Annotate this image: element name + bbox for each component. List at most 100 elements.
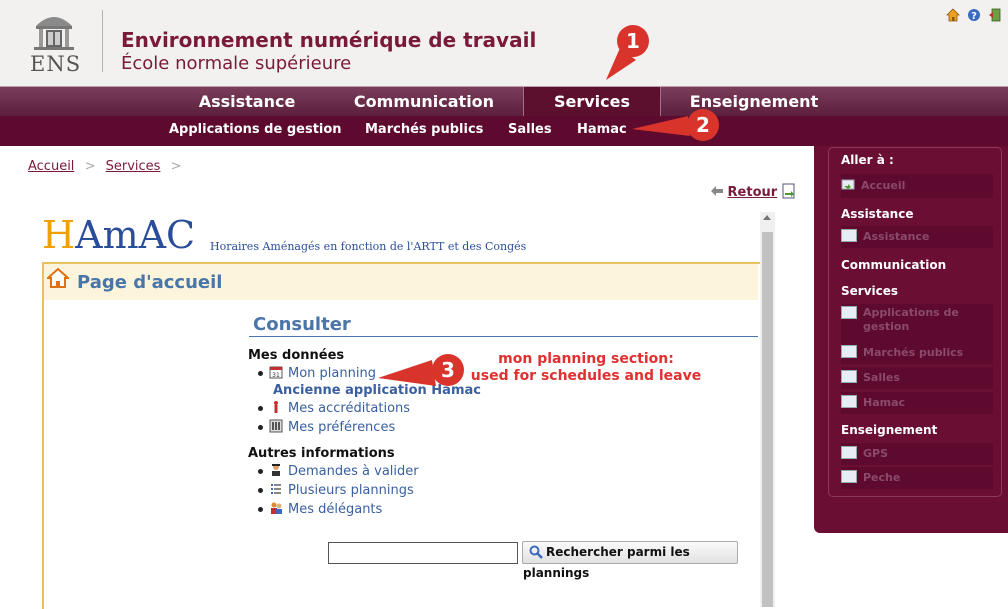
bullet [258, 425, 263, 430]
hamac-logo-h: H [42, 213, 76, 257]
mes-preferences-link[interactable]: Mes préférences [288, 420, 395, 435]
sidebar-item-label: Peche [863, 471, 901, 484]
nav-assistance[interactable]: Assistance [182, 87, 312, 117]
breadcrumb-accueil[interactable]: Accueil [28, 159, 74, 174]
page-icon [841, 229, 857, 242]
bullet [258, 488, 263, 493]
page-icon [841, 446, 857, 459]
sidebar-group-enseignement: Enseignement [841, 423, 938, 437]
hamac-tagline: Horaires Aménagés en fonction de l'ARTT … [210, 240, 527, 253]
list-item-mes-accreditations[interactable]: Mes accréditations [258, 400, 410, 418]
search-icon [529, 545, 543, 559]
nav-communication[interactable]: Communication [340, 87, 508, 117]
callout-note: mon planning section: used for schedules… [470, 351, 702, 384]
page-title: Page d'accueil [77, 272, 223, 293]
sidebar-item-label: Hamac [863, 396, 906, 409]
hamac-logo: HAmAC [42, 213, 195, 257]
search-input[interactable] [328, 542, 518, 564]
preferences-icon [269, 419, 283, 433]
sidebar-item-label: GPS [863, 447, 889, 460]
bullet [258, 406, 263, 411]
breadcrumb-sep: > [170, 159, 182, 174]
secondary-nav: Applications de gestion Marchés publics … [0, 116, 1008, 146]
sidebar-item-salles[interactable]: Salles [841, 367, 993, 389]
subnav-salles[interactable]: Salles [508, 116, 552, 144]
sidebar-group-assistance: Assistance [841, 207, 914, 221]
mes-delegants-link[interactable]: Mes délégants [288, 502, 382, 517]
site-title: Environnement numérique de travail [121, 28, 537, 52]
subnav-hamac[interactable]: Hamac [577, 116, 627, 144]
plusieurs-plannings-link[interactable]: Plusieurs plannings [288, 483, 414, 498]
header-divider [102, 10, 103, 72]
document-icon [782, 183, 795, 199]
sidebar-item-accueil[interactable]: Accueil [841, 174, 993, 198]
consulter-divider [249, 336, 758, 337]
sidebar-title: Aller à : [841, 153, 894, 167]
sidebar-item-label: Salles [863, 371, 900, 384]
ens-logo-text: ENS [30, 52, 82, 76]
accreditation-icon [274, 401, 278, 413]
bullet [258, 469, 263, 474]
retour-label: Retour [727, 185, 778, 200]
site-subtitle: École normale supérieure [121, 53, 352, 74]
retour-link[interactable]: Retour [711, 183, 796, 200]
page-icon [841, 395, 857, 408]
sidebar-item-hamac[interactable]: Hamac [841, 392, 993, 414]
breadcrumb-services[interactable]: Services [106, 159, 161, 174]
mon-planning-link[interactable]: Mon planning [288, 366, 376, 381]
search-plannings-button[interactable]: Rechercher parmi les plannings [522, 541, 738, 580]
top-icon-bar: ? [946, 8, 1004, 24]
sidebar-item-assistance[interactable]: Assistance [841, 226, 993, 248]
primary-nav: Assistance Communication Services Enseig… [0, 86, 1008, 117]
breadcrumb: Accueil > Services > [28, 159, 187, 174]
scroll-up-arrow-icon[interactable] [763, 215, 771, 220]
page-icon [841, 370, 857, 383]
sidebar-item-label: Marchés publics [863, 346, 964, 359]
person-icon [272, 464, 280, 476]
bullet [258, 371, 263, 376]
page-icon [841, 470, 857, 483]
demandes-a-valider-link[interactable]: Demandes à valider [288, 464, 419, 479]
callout-badge-2: 2 [687, 109, 719, 141]
users-icon [271, 502, 282, 514]
sidebar-item-applications-de-gestion[interactable]: Applications de gestion [841, 304, 993, 342]
list-item-demandes-a-valider[interactable]: Demandes à valider [258, 463, 419, 481]
sidebar-item-marches-publics[interactable]: Marchés publics [841, 342, 993, 364]
subnav-marches-publics[interactable]: Marchés publics [365, 116, 483, 144]
consulter-heading: Consulter [253, 314, 351, 335]
logout-icon[interactable] [988, 8, 1002, 22]
sidebar-item-gps[interactable]: GPS [841, 443, 993, 465]
ens-building-logo [34, 17, 74, 50]
callout-badge-3: 3 [432, 354, 464, 386]
hamac-logo-rest: AmAC [75, 213, 196, 257]
list-item-mes-preferences[interactable]: Mes préférences [258, 419, 395, 437]
home-icon [47, 268, 69, 288]
mes-accreditations-link[interactable]: Mes accréditations [288, 401, 410, 416]
bullet [258, 507, 263, 512]
help-icon[interactable]: ? [967, 8, 981, 22]
list-item-plusieurs-plannings[interactable]: Plusieurs plannings [258, 482, 414, 500]
page-icon [841, 306, 857, 319]
list-icon [271, 484, 281, 494]
home-icon[interactable] [946, 8, 960, 22]
list-item-mes-delegants[interactable]: Mes délégants [258, 501, 382, 519]
sidebar-item-label: Assistance [863, 230, 930, 243]
subnav-applications-de-gestion[interactable]: Applications de gestion [169, 116, 342, 144]
back-arrow-icon [711, 186, 723, 196]
svg-text:31: 31 [272, 372, 280, 379]
page-icon [841, 345, 857, 358]
mes-donnees-heading: Mes données [248, 348, 345, 363]
sidebar-item-label: Applications de gestion [863, 306, 959, 333]
autres-informations-heading: Autres informations [248, 446, 395, 461]
breadcrumb-sep: > [84, 159, 96, 174]
accueil-icon [841, 179, 855, 190]
sidebar-item-label: Accueil [861, 179, 906, 192]
svg-text:?: ? [971, 11, 977, 22]
scrollbar-thumb[interactable] [762, 232, 773, 607]
sidebar-item-peche[interactable]: Peche [841, 467, 993, 489]
sidebar-group-services: Services [841, 284, 899, 298]
callout-badge-1: 1 [617, 25, 649, 57]
nav-services[interactable]: Services [523, 87, 661, 117]
list-item-mon-planning[interactable]: 31 Mon planning [258, 365, 376, 383]
sidebar-group-communication: Communication [841, 258, 947, 272]
